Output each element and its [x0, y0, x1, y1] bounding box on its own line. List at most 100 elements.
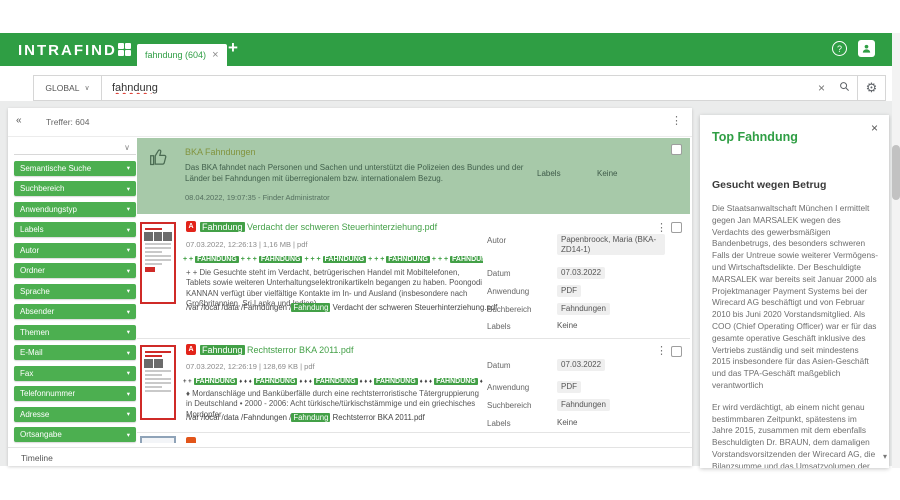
facet-autor[interactable]: Autor▾ [14, 243, 136, 258]
results-panel: « Treffer: 604 ⋮ ∨ Semantische Suche▾ Su… [8, 108, 692, 466]
caret-down-icon: ▾ [127, 410, 130, 418]
result-meta: 07.03.2022, 12:26:13 | 1,16 MB | pdf [186, 240, 308, 249]
result-thumbnail [140, 436, 176, 443]
featured-title[interactable]: BKA Fahndungen [185, 147, 256, 157]
facet-anwendungstyp[interactable]: Anwendungstyp▾ [14, 202, 136, 217]
thumbs-up-icon [149, 147, 169, 172]
apps-grid-icon[interactable] [118, 43, 131, 56]
highlight-term: Fahndung [200, 345, 245, 355]
result-item[interactable]: A Fahndung Rechtsterror BKA 2011.pdf 07.… [137, 339, 692, 432]
results-list: BKA Fahndungen Das BKA fahndet nach Pers… [137, 138, 692, 443]
facet-telefonnummer[interactable]: Telefonnummer▾ [14, 386, 136, 401]
highlight-term: Fahndung [200, 222, 245, 232]
chevron-down-icon: ∨ [124, 143, 130, 152]
scope-select[interactable]: GLOBAL ∨ [34, 76, 102, 100]
collapse-sidebar-icon[interactable]: « [16, 115, 22, 126]
caret-down-icon: ▾ [127, 267, 130, 275]
search-icon[interactable] [839, 81, 850, 94]
search-input[interactable] [102, 82, 811, 94]
scrollbar-track [892, 33, 900, 468]
highlight-term: Fahndung [291, 413, 330, 422]
user-account-icon[interactable] [858, 40, 875, 57]
result-menu-icon[interactable]: ⋮ [656, 221, 667, 234]
caret-down-icon: ▾ [127, 164, 130, 172]
facet-email[interactable]: E-Mail▾ [14, 345, 136, 360]
select-checkbox[interactable] [671, 222, 682, 233]
result-title[interactable]: Fahndung Rechtsterror BKA 2011.pdf [200, 345, 353, 355]
snippet-highlights: + + FAHNDUNG ♦ ♦ ♦ FAHNDUNG ♦ ♦ ♦ FAHNDU… [183, 378, 483, 385]
page: INTRAFIND fahndung (604) × + ? GLOBAL ∨ … [0, 0, 900, 500]
featured-date: 08.04.2022, 19:07:35 - Finder Administra… [185, 193, 330, 202]
panel-paragraph: Er wird verdächtigt, ab einem nicht gena… [712, 402, 878, 468]
labels-value: Keine [597, 169, 617, 178]
facet-labels[interactable]: Labels▾ [14, 222, 136, 237]
result-thumbnail[interactable] [140, 222, 176, 304]
facet-ordner[interactable]: Ordner▾ [14, 263, 136, 278]
panel-body: Die Staatsanwaltschaft München I ermitte… [712, 203, 878, 468]
tab-close-icon[interactable]: × [212, 50, 218, 61]
facet-ortsangabe[interactable]: Ortsangabe▾ [14, 427, 136, 442]
result-path: /var /local /data /Fahndungen /Fahndung … [186, 413, 425, 422]
caret-down-icon: ▾ [127, 246, 130, 254]
result-title[interactable]: Fahndung Verdacht der schweren Steuerhin… [200, 222, 437, 232]
close-icon[interactable]: × [871, 121, 878, 135]
chevron-down-icon: ∨ [84, 84, 89, 92]
pdf-icon: A [186, 221, 196, 232]
new-tab-button[interactable]: + [228, 38, 238, 58]
timeline-bar[interactable]: Timeline [8, 447, 692, 466]
facet-fax[interactable]: Fax▾ [14, 366, 136, 381]
highlight-term: Fahndung [291, 303, 330, 312]
facet-suchbereich[interactable]: Suchbereich▾ [14, 181, 136, 196]
select-checkbox[interactable] [671, 144, 682, 155]
top-fahndung-panel: × Top Fahndung Gesucht wegen Betrug Die … [700, 115, 889, 468]
result-menu-icon[interactable]: ⋮ [656, 344, 667, 357]
caret-down-icon: ▾ [127, 328, 130, 336]
panel-heading: Gesucht wegen Betrug [712, 179, 826, 191]
search-bar: GLOBAL ∨ × ⚙ [33, 75, 886, 101]
featured-description: Das BKA fahndet nach Personen und Sachen… [185, 163, 530, 184]
scroll-down-icon[interactable]: ▾ [883, 452, 887, 461]
pdf-icon: A [186, 344, 196, 355]
caret-down-icon: ▾ [127, 308, 130, 316]
select-checkbox[interactable] [671, 346, 682, 357]
clear-search-icon[interactable]: × [818, 82, 825, 94]
facet-adresse[interactable]: Adresse▾ [14, 407, 136, 422]
facet-sort-dropdown[interactable]: ∨ [14, 140, 136, 155]
caret-down-icon: ▾ [127, 287, 130, 295]
facet-semantische-suche[interactable]: Semantische Suche▾ [14, 161, 136, 176]
result-meta: 07.03.2022, 12:26:19 | 128,69 KB | pdf [186, 362, 315, 371]
caret-down-icon: ▾ [127, 226, 130, 234]
result-item-partial[interactable] [137, 433, 692, 443]
result-item[interactable]: A Fahndung Verdacht der schweren Steuerh… [137, 216, 692, 338]
tab-fahndung[interactable]: fahndung (604) × [137, 44, 227, 66]
caret-down-icon: ▾ [127, 185, 130, 193]
scope-label: GLOBAL [45, 83, 79, 93]
result-thumbnail[interactable] [140, 345, 176, 420]
labels-label: Labels [537, 169, 561, 178]
caret-down-icon: ▾ [127, 349, 130, 357]
panel-paragraph: Die Staatsanwaltschaft München I ermitte… [712, 203, 878, 392]
facet-sidebar: ∨ Semantische Suche▾ Suchbereich▾ Anwend… [14, 140, 136, 452]
help-icon[interactable]: ? [832, 41, 847, 56]
timeline-label: Timeline [21, 453, 53, 463]
pdf-icon [186, 437, 196, 443]
intrafind-logo: INTRAFIND [18, 42, 117, 59]
facet-sprache[interactable]: Sprache▾ [14, 284, 136, 299]
caret-down-icon: ▾ [127, 205, 130, 213]
results-header: « Treffer: 604 ⋮ [8, 108, 692, 137]
results-menu-icon[interactable]: ⋮ [671, 114, 682, 127]
facet-themen[interactable]: Themen▾ [14, 325, 136, 340]
scrollbar-thumb[interactable] [892, 145, 900, 200]
facet-absender[interactable]: Absender▾ [14, 304, 136, 319]
panel-title: Top Fahndung [712, 130, 798, 144]
gear-icon: ⚙ [866, 80, 878, 96]
caret-down-icon: ▾ [127, 431, 130, 439]
featured-result[interactable]: BKA Fahndungen Das BKA fahndet nach Pers… [137, 138, 690, 214]
settings-button[interactable]: ⚙ [857, 76, 885, 100]
app-header: INTRAFIND fahndung (604) × + ? [0, 33, 900, 66]
caret-down-icon: ▾ [127, 369, 130, 377]
result-path: /var /local /data /Fahndungen /Fahndung … [186, 303, 497, 312]
snippet-highlights: + + FAHNDUNG + + + FAHNDUNG + + + FAHNDU… [183, 256, 483, 263]
tab-label: fahndung (604) [145, 50, 206, 60]
caret-down-icon: ▾ [127, 390, 130, 398]
